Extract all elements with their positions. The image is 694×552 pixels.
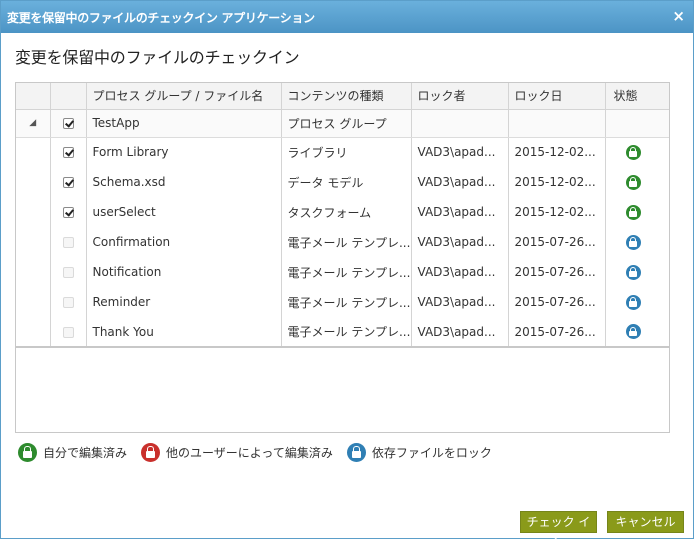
page-title: 変更を保留中のファイルのチェックイン xyxy=(15,48,300,67)
col-header-select xyxy=(50,83,87,110)
lock-blue-icon xyxy=(625,294,641,310)
lock-green-icon xyxy=(625,174,641,190)
row-checkbox xyxy=(62,297,74,308)
locked-by: VAD3\apad... xyxy=(411,317,509,348)
file-name: Reminder xyxy=(86,287,282,317)
content-type: 電子メール テンプレ... xyxy=(281,317,412,348)
content-type: 電子メール テンプレ... xyxy=(281,257,412,287)
lock-date: 2015-07-26... xyxy=(508,317,606,348)
col-header-name[interactable]: プロセス グループ / ファイル名 xyxy=(86,83,282,110)
locked-by: VAD3\apad... xyxy=(411,227,509,257)
content-type: 電子メール テンプレ... xyxy=(281,287,412,317)
col-header-lock-date[interactable]: ロック日 xyxy=(508,83,606,110)
row-checkbox[interactable] xyxy=(62,147,74,159)
file-table: プロセス グループ / ファイル名 コンテンツの種類 ロック者 ロック日 状態 … xyxy=(16,83,669,348)
locked-by: VAD3\apad... xyxy=(411,167,509,197)
lock-green-icon xyxy=(625,144,641,160)
content-type: タスクフォーム xyxy=(281,197,412,227)
dialog-titlebar[interactable]: 変更を保留中のファイルのチェックイン アプリケーション × xyxy=(1,1,693,33)
file-grid: プロセス グループ / ファイル名 コンテンツの種類 ロック者 ロック日 状態 … xyxy=(15,82,670,433)
legend-item: 他のユーザーによって編集済み xyxy=(141,442,333,462)
table-row[interactable]: Notification 電子メール テンプレ... VAD3\apad... 201… xyxy=(16,257,669,287)
table-row[interactable]: userSelect タスクフォーム VAD3\apad... 2015-12-02.… xyxy=(16,197,669,227)
row-checkbox xyxy=(62,326,74,338)
col-header-expand xyxy=(16,83,51,110)
lock-date: 2015-07-26... xyxy=(508,257,606,287)
file-name: Confirmation xyxy=(86,227,282,257)
locked-by: VAD3\apad... xyxy=(411,137,509,167)
row-checkbox xyxy=(62,237,74,248)
locked-by: VAD3\apad... xyxy=(411,197,509,227)
group-row[interactable]: ◢ TestApp プロセス グループ xyxy=(16,109,669,138)
lock-green-icon xyxy=(18,442,37,462)
table-row[interactable]: Schema.xsd データ モデル VAD3\apad... 2015-12-02.… xyxy=(16,167,669,197)
lock-date: 2015-07-26... xyxy=(508,287,606,317)
checkin-button[interactable]: チェック イン xyxy=(520,511,597,549)
group-name: TestApp xyxy=(86,109,282,138)
dialog-title: 変更を保留中のファイルのチェックイン アプリケーション xyxy=(7,11,315,25)
lock-red-icon xyxy=(141,442,161,462)
locked-by: VAD3\apad... xyxy=(411,287,509,317)
checkin-dialog: 変更を保留中のファイルのチェックイン アプリケーション × 変更を保留中のファイ… xyxy=(0,0,694,549)
legend-item: 依存ファイルをロック xyxy=(346,442,492,462)
row-checkbox[interactable] xyxy=(62,177,74,188)
lock-date: 2015-12-02... xyxy=(508,137,606,167)
file-name: Notification xyxy=(86,257,282,287)
file-name: Form Library xyxy=(86,137,282,167)
lock-blue-icon xyxy=(625,264,641,280)
file-name: Schema.xsd xyxy=(86,167,282,197)
legend-label: 自分で編集済み xyxy=(43,445,128,460)
lock-date: 2015-12-02... xyxy=(508,167,606,197)
table-row[interactable]: Thank You 電子メール テンプレ... VAD3\apad... 2015-0… xyxy=(16,317,669,348)
file-name: Thank You xyxy=(86,317,282,348)
col-header-type[interactable]: コンテンツの種類 xyxy=(281,83,412,110)
legend-label: 他のユーザーによって編集済み xyxy=(166,445,333,460)
content-type: データ モデル xyxy=(281,167,412,197)
close-icon[interactable]: × xyxy=(672,7,685,25)
lock-blue-icon xyxy=(346,442,366,462)
group-checkbox[interactable] xyxy=(62,118,74,129)
legend-item: 自分で編集済み xyxy=(18,442,128,462)
col-header-state[interactable]: 状態 xyxy=(605,83,669,110)
row-checkbox xyxy=(62,267,74,278)
locked-by: VAD3\apad... xyxy=(411,257,509,287)
cancel-button[interactable]: キャンセル xyxy=(607,511,684,533)
content-type: 電子メール テンプレ... xyxy=(281,227,412,257)
content-type: ライブラリ xyxy=(281,137,412,167)
col-header-locked-by[interactable]: ロック者 xyxy=(411,83,509,110)
table-header-row: プロセス グループ / ファイル名 コンテンツの種類 ロック者 ロック日 状態 xyxy=(16,83,669,110)
lock-blue-icon xyxy=(625,234,641,250)
lock-green-icon xyxy=(625,204,641,220)
group-type: プロセス グループ xyxy=(281,109,412,138)
table-row[interactable]: Form Library ライブラリ VAD3\apad... 2015-12-02.… xyxy=(16,137,669,167)
table-row[interactable]: Confirmation 電子メール テンプレ... VAD3\apad... 201… xyxy=(16,227,669,257)
legend-label: 依存ファイルをロック xyxy=(371,445,492,460)
file-name: userSelect xyxy=(86,197,282,227)
row-checkbox[interactable] xyxy=(62,207,74,218)
lock-date: 2015-07-26... xyxy=(508,227,606,257)
lock-date: 2015-12-02... xyxy=(508,197,606,227)
collapse-arrow-icon[interactable]: ◢ xyxy=(16,109,51,138)
lock-legend: 自分で編集済み 他のユーザーによって編集済み 依存ファイルをロック xyxy=(18,441,506,463)
lock-blue-icon xyxy=(625,324,641,339)
table-row[interactable]: Reminder 電子メール テンプレ... VAD3\apad... 2015-07… xyxy=(16,287,669,317)
